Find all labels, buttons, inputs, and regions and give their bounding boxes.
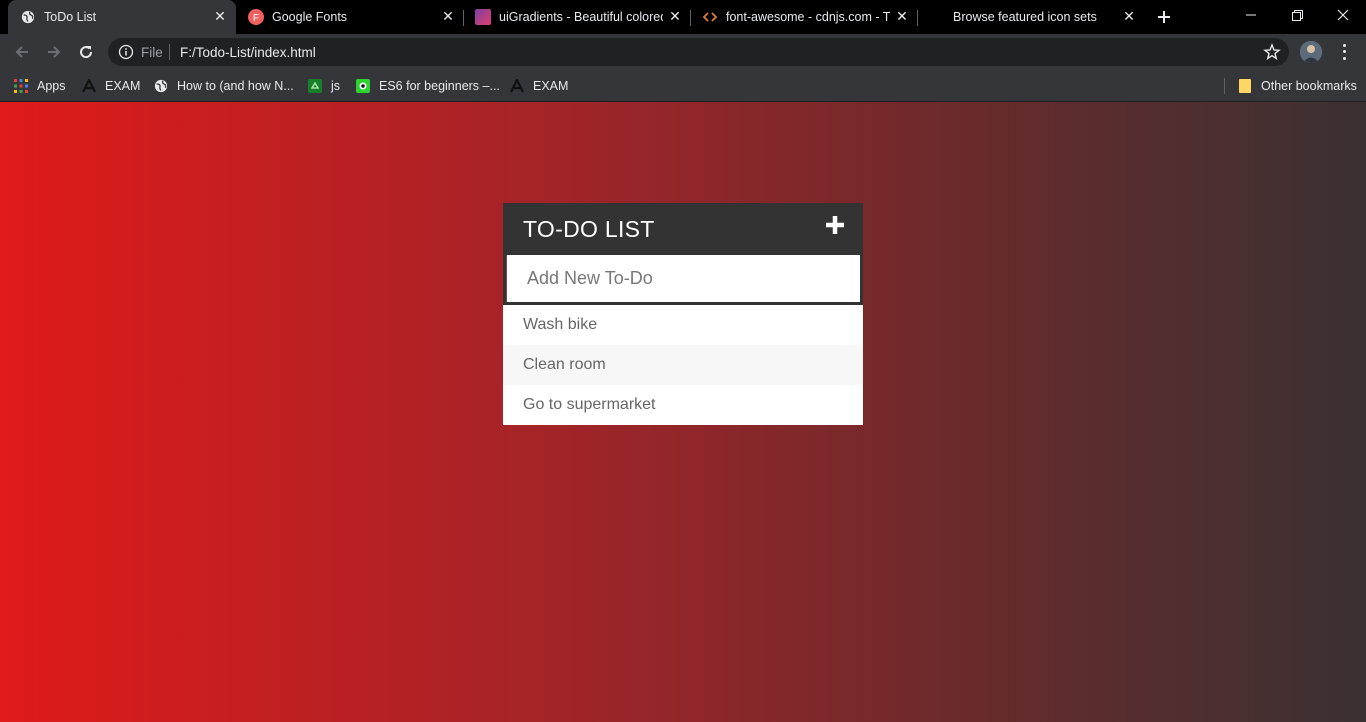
todo-input-wrapper [503,255,863,305]
info-icon[interactable] [118,44,134,60]
new-todo-input[interactable] [506,255,860,302]
url-text[interactable]: F:/Todo-List/index.html [180,45,316,60]
folder-icon [1237,78,1253,94]
tab-font-awesome-cdnjs[interactable]: font-awesome - cdnjs.com - Th ✕ [690,0,918,34]
todo-item[interactable]: Clean room [503,345,863,385]
tab-featured-icon-sets[interactable]: Browse featured icon sets ✕ [917,0,1145,34]
font-a-icon [81,78,97,94]
close-tab-icon[interactable]: ✕ [667,8,683,24]
todo-item[interactable]: Go to supermarket [503,385,863,425]
bookmark-exam-1[interactable]: EXAM [81,76,140,96]
globe-icon [153,78,169,94]
tab-uigradients[interactable]: uiGradients - Beautiful colored ✕ [463,0,691,34]
browser-menu-icon[interactable] [1336,42,1352,62]
reload-button[interactable] [72,38,100,66]
omnibox-divider [169,44,170,60]
bookmark-js[interactable]: js [307,76,340,96]
other-bookmarks[interactable]: Other bookmarks [1237,76,1357,96]
font-a-icon [509,78,525,94]
close-tab-icon[interactable]: ✕ [440,8,456,24]
minimize-button[interactable] [1228,0,1274,30]
new-tab-button[interactable] [1152,5,1176,29]
svg-text:F: F [253,13,259,24]
es6-icon [355,78,371,94]
js-icon [307,78,323,94]
tab-google-fonts[interactable]: F Google Fonts ✕ [236,0,464,34]
address-bar[interactable]: File F:/Todo-List/index.html [108,38,1289,66]
todo-header: TO-DO LIST [503,203,863,255]
todo-container: TO-DO LIST Wash bike Clean room Go to su… [503,203,863,425]
blank-icon [929,9,945,25]
close-tab-icon[interactable]: ✕ [1121,8,1137,24]
google-fonts-icon: F [248,9,264,25]
tab-strip: ToDo List ✕ F Google Fonts ✕ uiGradients… [0,0,1366,34]
todo-list: Wash bike Clean room Go to supermarket [503,305,863,425]
bookmark-apps[interactable]: Apps [13,76,66,96]
bookmarks-divider [1224,78,1225,94]
code-icon [702,9,718,25]
close-window-button[interactable] [1320,0,1366,30]
todo-item[interactable]: Wash bike [503,305,863,345]
bookmark-how-to[interactable]: How to (and how N... [153,76,294,96]
close-tab-icon[interactable]: ✕ [894,8,910,24]
tab-todo-list[interactable]: ToDo List ✕ [8,0,236,34]
scheme-label: File [141,45,163,60]
browser-toolbar: File F:/Todo-List/index.html [0,34,1366,70]
back-button[interactable] [8,38,36,66]
page-title: TO-DO LIST [523,216,655,242]
page-background: TO-DO LIST Wash bike Clean room Go to su… [0,102,1366,722]
profile-avatar[interactable] [1300,41,1322,63]
forward-button[interactable] [40,38,68,66]
plus-icon[interactable] [825,215,845,235]
globe-icon [20,9,36,25]
bookmark-exam-2[interactable]: EXAM [509,76,568,96]
bookmark-es6[interactable]: ES6 for beginners –... [355,76,500,96]
uigradients-icon [475,9,491,25]
restore-button[interactable] [1274,0,1320,30]
apps-grid-icon [13,78,29,94]
bookmarks-bar: Apps EXAM How to (and how N... js ES6 fo… [0,70,1366,102]
close-tab-icon[interactable]: ✕ [212,8,228,24]
bookmark-star-icon[interactable] [1263,43,1281,61]
